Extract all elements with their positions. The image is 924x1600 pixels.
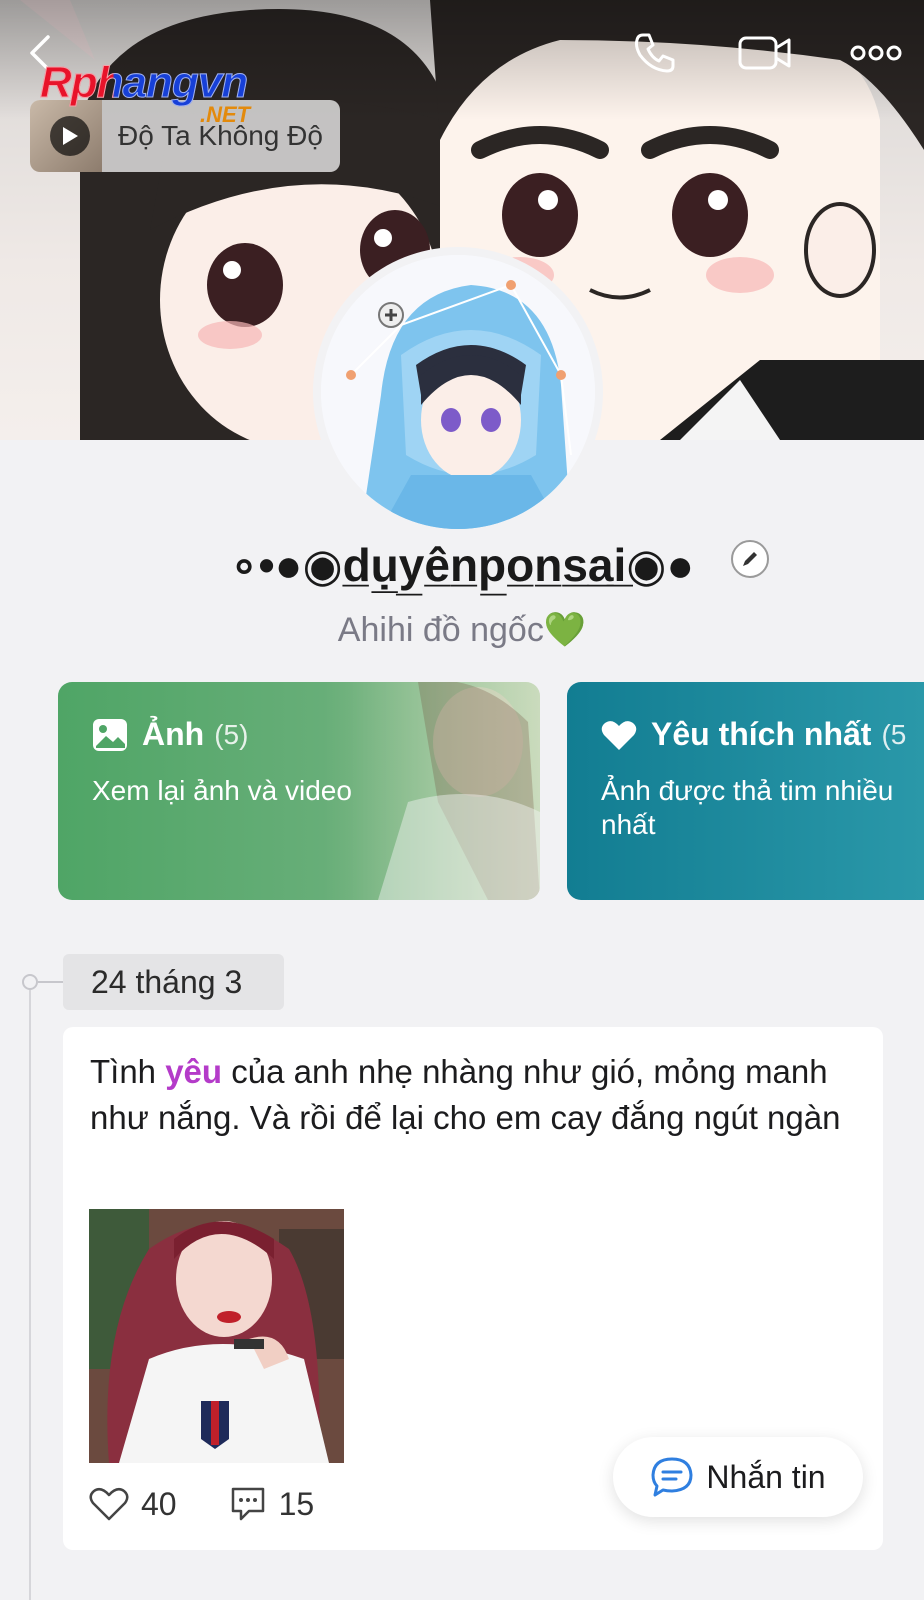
avatar[interactable]: [313, 247, 603, 537]
photos-card-title: Ảnh: [142, 716, 205, 752]
comment-button[interactable]: 15: [229, 1485, 315, 1523]
post-photo-image: [89, 1209, 344, 1463]
phone-icon: [634, 33, 675, 73]
call-button[interactable]: [630, 28, 680, 78]
avatar-illustration: [321, 255, 595, 529]
profile-music-player[interactable]: Độ Ta Không Độ: [30, 100, 340, 172]
post-text-highlight[interactable]: yêu: [165, 1053, 222, 1090]
like-button[interactable]: 40: [89, 1486, 177, 1523]
watermark-sub: .NET: [200, 102, 251, 127]
favorites-card-title: Yêu thích nhất: [651, 716, 872, 752]
favorites-card-count: (5: [881, 718, 907, 750]
comment-icon: [231, 1487, 264, 1521]
favorites-card[interactable]: Yêu thích nhất (5 Ảnh được thả tim nhiều…: [567, 682, 924, 900]
photos-card[interactable]: Ảnh (5) Xem lại ảnh và video: [58, 682, 540, 900]
favorites-card-title-row: Yêu thích nhất (5: [601, 716, 906, 753]
profile-name: ∘•●◉d̲ụ̲y̲ê̲n̲p̲o̲n̲s̲a̲i̲◉●: [229, 539, 695, 591]
heart-icon: [601, 720, 637, 750]
timeline-dot: [22, 974, 38, 990]
chat-icon: [651, 1457, 693, 1497]
more-options-button[interactable]: [848, 28, 904, 78]
video-call-button[interactable]: [735, 28, 795, 78]
timeline-line: [29, 988, 31, 1600]
watermark-main: Rphangvn: [39, 58, 248, 108]
play-button[interactable]: [50, 116, 90, 156]
timeline-date: 24 tháng 3: [63, 954, 284, 1010]
favorites-card-subtitle: Ảnh được thả tim nhiều nhất: [601, 775, 894, 840]
edit-name-button[interactable]: [731, 540, 769, 578]
message-button-label: Nhắn tin: [706, 1458, 826, 1495]
edit-pencil-icon: [743, 552, 757, 566]
timeline-connector: [38, 981, 64, 983]
heart-outline-icon: [89, 1487, 129, 1521]
post-actions: 40 15: [89, 1485, 314, 1523]
play-icon: [63, 127, 78, 145]
more-icon: [850, 45, 902, 61]
post-photo[interactable]: [89, 1209, 344, 1463]
like-count: 40: [141, 1485, 177, 1522]
post-text-before: Tình: [90, 1053, 166, 1090]
message-button[interactable]: Nhắn tin: [613, 1437, 863, 1517]
watermark-logo: Rphangvn .NET: [39, 58, 250, 128]
photos-card-count: (5): [214, 718, 249, 750]
music-thumbnail: [30, 100, 102, 172]
post-text: Tình yêu của anh nhẹ nhàng như gió, mỏng…: [90, 1049, 850, 1141]
image-icon: [93, 718, 127, 751]
video-call-icon: [738, 36, 791, 70]
profile-bio: Ahihi đồ ngốc💚: [337, 611, 587, 649]
photos-card-title-row: Ảnh (5): [92, 716, 248, 753]
photos-card-subtitle: Xem lại ảnh và video: [92, 775, 352, 806]
comment-count: 15: [278, 1485, 315, 1522]
